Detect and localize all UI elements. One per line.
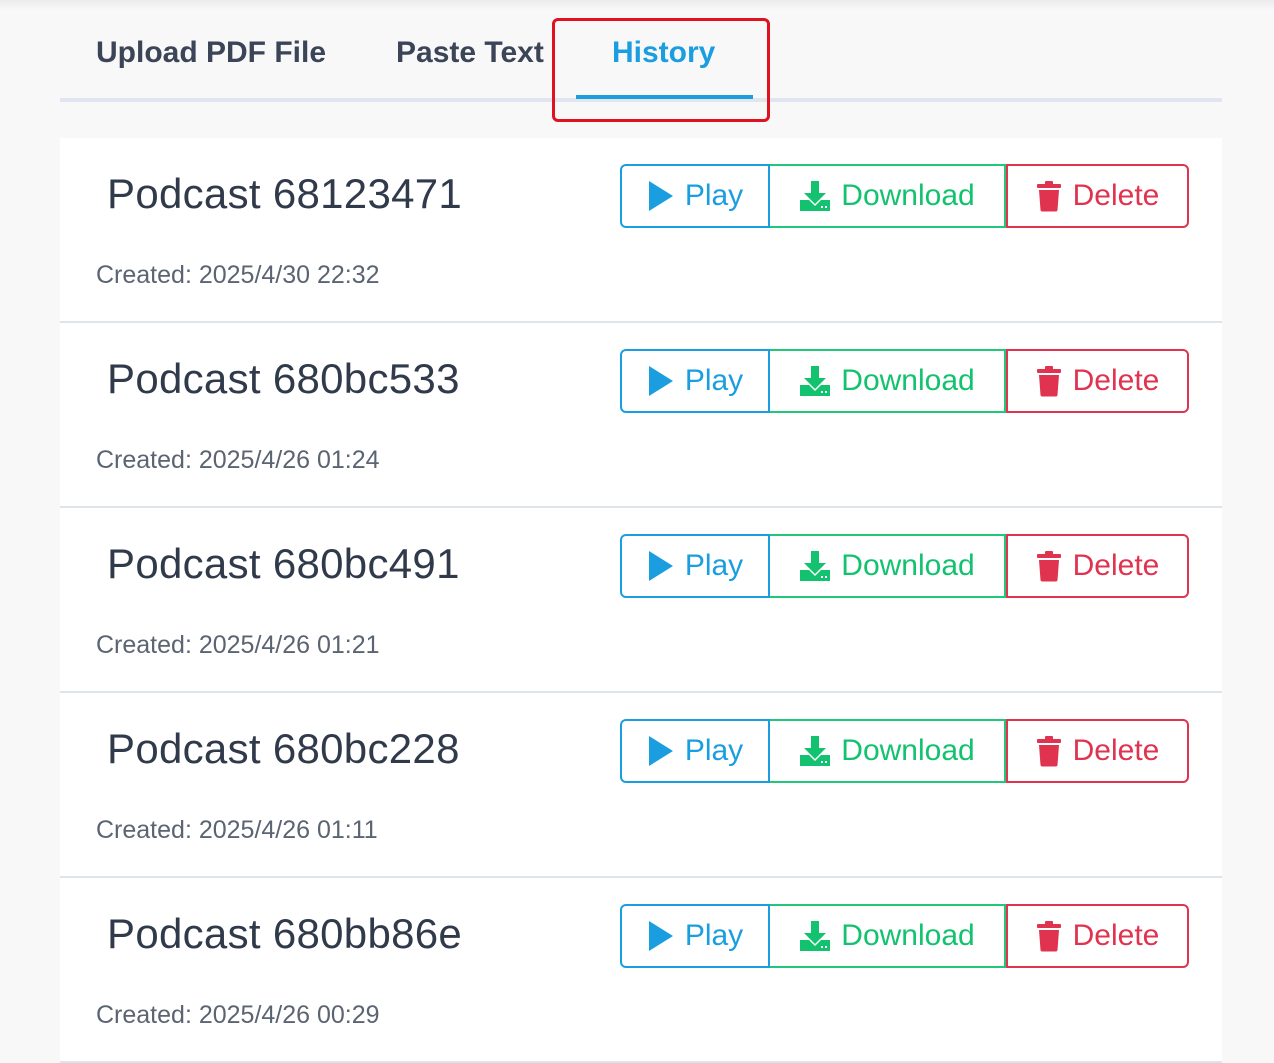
- podcast-actions: Play Download Delete: [620, 349, 1189, 413]
- download-label: Download: [841, 734, 975, 767]
- history-tab-highlight: [552, 18, 770, 122]
- history-item: Podcast 680bc533 Play Download Delete Cr…: [60, 323, 1222, 508]
- download-button[interactable]: Download: [770, 904, 1006, 968]
- play-icon: [648, 181, 673, 211]
- play-label: Play: [684, 364, 744, 397]
- play-button[interactable]: Play: [620, 904, 770, 968]
- delete-label: Delete: [1072, 364, 1160, 397]
- delete-button[interactable]: Delete: [1006, 534, 1189, 598]
- play-label: Play: [684, 734, 744, 767]
- podcast-actions: Play Download Delete: [620, 534, 1189, 598]
- download-label: Download: [841, 179, 975, 212]
- trash-icon: [1036, 736, 1061, 767]
- tab-paste-text[interactable]: Paste Text: [396, 36, 544, 70]
- podcast-title: Podcast 68123471: [107, 170, 463, 217]
- podcast-actions: Play Download Delete: [620, 164, 1189, 228]
- created-timestamp: Created: 2025/4/30 22:32: [96, 261, 380, 289]
- podcast-actions: Play Download Delete: [620, 904, 1189, 968]
- delete-label: Delete: [1072, 179, 1160, 212]
- trash-icon: [1036, 181, 1061, 212]
- download-icon: [800, 736, 831, 766]
- play-label: Play: [684, 549, 744, 582]
- download-label: Download: [841, 919, 975, 952]
- download-label: Download: [841, 549, 975, 582]
- play-icon: [648, 366, 673, 396]
- play-button[interactable]: Play: [620, 719, 770, 783]
- podcast-title: Podcast 680bb86e: [107, 910, 463, 957]
- podcast-title: Podcast 680bc491: [107, 540, 460, 587]
- trash-icon: [1036, 551, 1061, 582]
- play-button[interactable]: Play: [620, 349, 770, 413]
- history-list: Podcast 68123471 Play Download Delete Cr…: [60, 138, 1222, 1063]
- podcast-title: Podcast 680bc228: [107, 725, 460, 772]
- play-label: Play: [684, 179, 744, 212]
- download-button[interactable]: Download: [770, 349, 1006, 413]
- podcast-title: Podcast 680bc533: [107, 355, 460, 402]
- history-item: Podcast 680bc491 Play Download Delete Cr…: [60, 508, 1222, 693]
- created-timestamp: Created: 2025/4/26 01:21: [96, 631, 380, 659]
- download-icon: [800, 921, 831, 951]
- download-icon: [800, 551, 831, 581]
- history-item: Podcast 680bc228 Play Download Delete Cr…: [60, 693, 1222, 878]
- download-icon: [800, 366, 831, 396]
- delete-label: Delete: [1072, 919, 1160, 952]
- created-timestamp: Created: 2025/4/26 00:29: [96, 1001, 380, 1029]
- play-button[interactable]: Play: [620, 534, 770, 598]
- delete-label: Delete: [1072, 549, 1160, 582]
- podcast-actions: Play Download Delete: [620, 719, 1189, 783]
- history-item: Podcast 68123471 Play Download Delete Cr…: [60, 138, 1222, 323]
- play-icon: [648, 551, 673, 581]
- download-button[interactable]: Download: [770, 534, 1006, 598]
- delete-button[interactable]: Delete: [1006, 349, 1189, 413]
- play-icon: [648, 921, 673, 951]
- download-icon: [800, 181, 831, 211]
- created-timestamp: Created: 2025/4/26 01:11: [96, 816, 378, 844]
- trash-icon: [1036, 366, 1061, 397]
- delete-button[interactable]: Delete: [1006, 904, 1189, 968]
- play-button[interactable]: Play: [620, 164, 770, 228]
- download-button[interactable]: Download: [770, 719, 1006, 783]
- trash-icon: [1036, 921, 1061, 952]
- tab-upload-pdf[interactable]: Upload PDF File: [96, 36, 326, 70]
- history-item: Podcast 680bb86e Play Download Delete Cr…: [60, 878, 1222, 1063]
- delete-label: Delete: [1072, 734, 1160, 767]
- delete-button[interactable]: Delete: [1006, 719, 1189, 783]
- created-timestamp: Created: 2025/4/26 01:24: [96, 446, 380, 474]
- delete-button[interactable]: Delete: [1006, 164, 1189, 228]
- download-button[interactable]: Download: [770, 164, 1006, 228]
- play-icon: [648, 736, 673, 766]
- download-label: Download: [841, 364, 975, 397]
- play-label: Play: [684, 919, 744, 952]
